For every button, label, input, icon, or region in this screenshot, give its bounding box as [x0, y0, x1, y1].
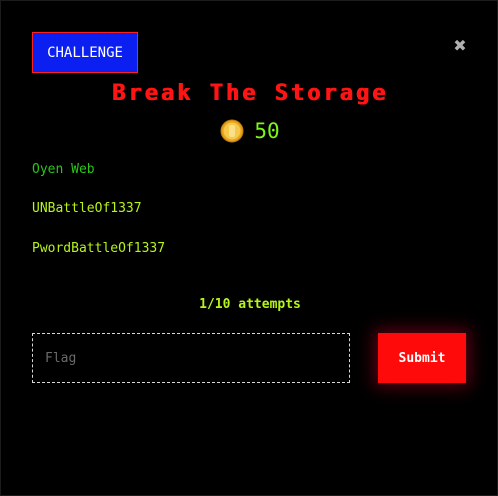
points-row: 50 [1, 119, 498, 143]
challenge-author: Oyen Web [32, 162, 95, 177]
challenge-category-badge: CHALLENGE [32, 32, 138, 73]
attempts-counter: 1/10 attempts [199, 297, 301, 312]
challenge-modal: CHALLENGE ✖ Break The Storage 50 Oyen We… [0, 0, 498, 496]
hint-text: UNBattleOf1337 [32, 201, 142, 216]
close-icon[interactable]: ✖ [451, 35, 469, 55]
challenge-title: Break The Storage [111, 81, 389, 106]
hint-text: PwordBattleOf1337 [32, 241, 166, 256]
flag-input[interactable] [32, 333, 350, 383]
coin-icon [220, 119, 244, 143]
challenge-points: 50 [254, 119, 280, 143]
submit-button[interactable]: Submit [378, 333, 466, 383]
